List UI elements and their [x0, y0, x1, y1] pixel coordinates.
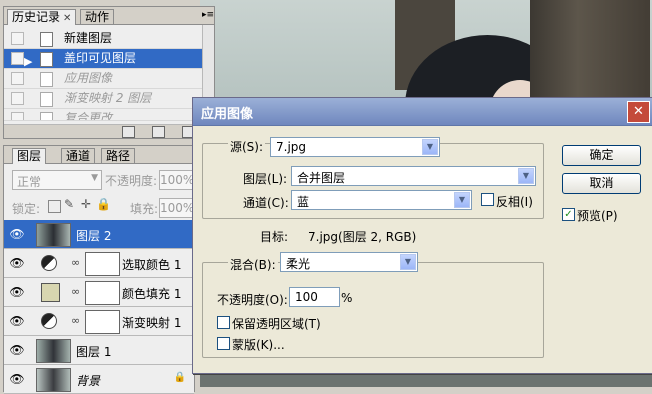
layer-mask-thumbnail[interactable] [85, 252, 120, 276]
layer-label: 图层(L): [243, 172, 288, 186]
eye-icon[interactable]: 👁 [8, 313, 26, 329]
layer-row[interactable]: 👁 ∞ 颜色填充 1 [4, 278, 194, 307]
eye-icon[interactable]: 👁 [8, 342, 26, 358]
history-item[interactable]: 渐变映射 2 图层 [4, 89, 202, 109]
layer-row[interactable]: 👁 背景 🔒 [4, 365, 194, 394]
layer-row[interactable]: 👁 ∞ 选取颜色 1 [4, 249, 194, 278]
lock-position-move-icon[interactable]: ✛ [81, 197, 91, 211]
opacity-input[interactable]: 100 [289, 287, 340, 307]
history-state-icon [40, 92, 53, 107]
channel-select[interactable]: 蓝 ▼ [291, 190, 472, 210]
preserve-transparency-label: 保留透明区域(T) [232, 317, 321, 331]
lock-transparent-icon[interactable] [48, 200, 61, 213]
source-label: 源(S): [228, 138, 266, 155]
link-chain-icon: ∞ [71, 256, 81, 269]
source-select[interactable]: 7.jpg ▼ [270, 137, 440, 157]
history-item[interactable]: 复合更改 [4, 109, 202, 121]
tab-channels[interactable]: 通道 [61, 148, 96, 163]
preserve-transparency-checkbox[interactable] [217, 316, 230, 329]
blend-mode-select[interactable]: 正常 ▼ [12, 170, 102, 190]
mask-label: 蒙版(K)... [232, 338, 285, 352]
blend-label: 混合(B): [228, 256, 278, 273]
cancel-button[interactable]: 取消 [562, 173, 641, 194]
adjustment-layer-icon [41, 313, 57, 329]
history-panel: 历史记录 ✕ 动作 ▸≡ 新建图层 ▶ 盖印可见图层 应用图像 渐变映射 2 图层… [3, 6, 215, 139]
lock-all-icon[interactable]: 🔒 [96, 197, 111, 211]
lock-label: 锁定: [12, 202, 41, 216]
opacity-unit: % [341, 291, 353, 305]
history-tabbar: 历史记录 ✕ 动作 ▸≡ [4, 7, 214, 25]
snapshot-source-checkbox[interactable] [11, 112, 24, 120]
layer-fill-input[interactable]: 100% [159, 198, 195, 218]
fill-color-swatch [41, 283, 60, 302]
dialog-titlebar[interactable]: 应用图像 ✕ [193, 98, 652, 126]
lock-icon: 🔒 [173, 372, 186, 383]
layer-select[interactable]: 合并图层 ▼ [291, 166, 536, 186]
new-document-from-state-icon[interactable] [122, 126, 135, 138]
snapshot-source-checkbox[interactable] [11, 52, 24, 65]
tab-layers[interactable]: 图层 [12, 148, 47, 164]
snapshot-source-checkbox[interactable] [11, 72, 24, 85]
eye-icon[interactable]: 👁 [8, 255, 26, 271]
apply-image-dialog: 应用图像 ✕ 源(S): 7.jpg ▼ 图层(L): 合并图层 ▼ 通道(C)… [192, 97, 652, 374]
preview-label: 预览(P) [577, 209, 618, 223]
history-item[interactable]: 新建图层 [4, 29, 202, 49]
link-chain-icon: ∞ [71, 285, 81, 298]
history-footer [4, 124, 214, 138]
channel-label: 通道(C): [243, 196, 289, 210]
ok-button[interactable]: 确定 [562, 145, 641, 166]
preview-checkbox[interactable]: ✓ [562, 208, 575, 221]
layer-thumbnail [36, 339, 71, 363]
history-item-selected[interactable]: ▶ 盖印可见图层 [4, 49, 202, 69]
mask-checkbox[interactable] [217, 337, 230, 350]
history-state-icon [40, 72, 53, 87]
layer-row[interactable]: 👁 图层 1 [4, 336, 194, 365]
chevron-down-icon: ▼ [518, 168, 534, 184]
chevron-down-icon: ▼ [400, 254, 416, 270]
layers-tabbar: 图层 通道 路径 [4, 146, 194, 164]
panel-menu-icon[interactable]: ▸≡ [202, 10, 214, 20]
chevron-down-icon: ▼ [91, 173, 98, 183]
target-value: 7.jpg(图层 2, RGB) [308, 230, 417, 244]
fill-label: 填充: [130, 202, 159, 216]
layer-row[interactable]: 👁 ∞ 渐变映射 1 [4, 307, 194, 336]
blend-mode-select[interactable]: 柔光 ▼ [280, 252, 418, 272]
close-icon[interactable]: ✕ [627, 101, 650, 123]
history-state-icon [40, 112, 53, 120]
history-state-icon [40, 32, 53, 47]
eye-icon[interactable]: 👁 [8, 284, 26, 300]
layer-mask-thumbnail[interactable] [85, 281, 120, 305]
tab-history[interactable]: 历史记录 ✕ [7, 9, 77, 26]
new-snapshot-icon[interactable] [152, 126, 165, 138]
target-label: 目标: [260, 230, 289, 244]
tab-paths[interactable]: 路径 [101, 148, 136, 163]
history-item[interactable]: 应用图像 [4, 69, 202, 89]
snapshot-source-checkbox[interactable] [11, 92, 24, 105]
invert-label: 反相(I) [496, 195, 533, 209]
tab-actions[interactable]: 动作 [80, 9, 115, 24]
layer-row-selected[interactable]: 👁 图层 2 [4, 220, 194, 249]
opacity-label: 不透明度(O): [217, 293, 288, 307]
eye-icon[interactable]: 👁 [8, 371, 26, 387]
layer-mask-thumbnail[interactable] [85, 310, 120, 334]
history-state-icon [40, 52, 53, 67]
close-icon[interactable]: ✕ [63, 12, 71, 26]
snapshot-source-checkbox[interactable] [11, 32, 24, 45]
eye-icon[interactable]: 👁 [8, 226, 26, 242]
adjustment-layer-icon [41, 255, 57, 271]
opacity-label: 不透明度: [105, 174, 158, 188]
link-chain-icon: ∞ [71, 314, 81, 327]
layer-opacity-input[interactable]: 100% [159, 170, 195, 190]
layer-thumbnail [36, 368, 71, 392]
lock-image-brush-icon[interactable]: ✎ [64, 197, 74, 211]
layers-panel: 图层 通道 路径 正常 ▼ 不透明度: 100% 锁定: ✎ ✛ 🔒 填充: 1… [3, 145, 195, 394]
invert-checkbox[interactable] [481, 193, 494, 206]
layer-thumbnail [36, 223, 71, 247]
chevron-down-icon: ▼ [422, 139, 438, 155]
chevron-down-icon: ▼ [454, 192, 470, 208]
